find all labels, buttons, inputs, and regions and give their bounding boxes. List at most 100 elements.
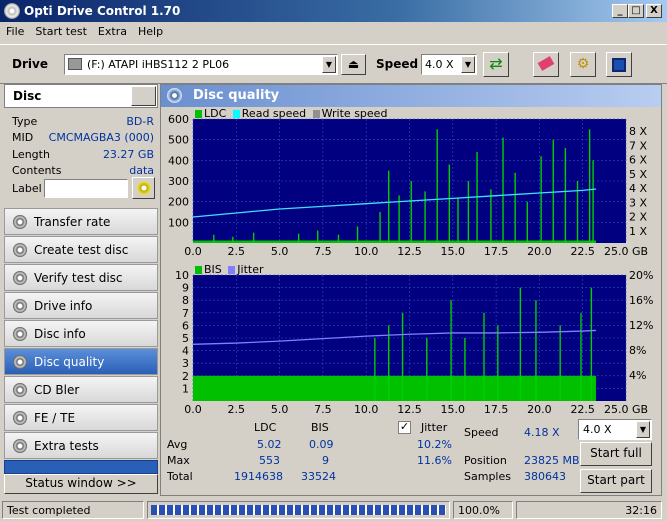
nav-extra-tests[interactable]: Extra tests — [4, 432, 158, 459]
x-tick-label: 5.0 — [271, 245, 289, 258]
nav-disc-info[interactable]: Disc info — [4, 320, 158, 347]
x-tick-label: 12.5 — [397, 403, 422, 416]
x-tick-label: 7.5 — [314, 403, 332, 416]
nav-verify-test-disc[interactable]: Verify test disc — [4, 264, 158, 291]
nav-label: Verify test disc — [34, 271, 123, 285]
y-tick-label: 8 — [182, 294, 189, 307]
x-tick-label: 22.5 — [570, 403, 595, 416]
y-tick-label: 4 — [182, 345, 189, 358]
refresh-button[interactable]: ⇄ — [483, 52, 509, 77]
nav-disc-quality[interactable]: Disc quality — [4, 348, 158, 375]
avg-bis: 0.09 — [309, 438, 334, 451]
menu-start-test[interactable]: Start test — [29, 22, 92, 38]
x-tick-label: 7.5 — [314, 245, 332, 258]
type-label: Type — [12, 115, 38, 128]
y2-tick-label: 2 X — [629, 211, 647, 224]
y-tick-label: 600 — [168, 115, 189, 126]
eraser-icon — [537, 56, 555, 71]
progress-percent: 100.0% — [453, 501, 513, 519]
y2-tick-label: 7 X — [629, 139, 647, 152]
label-input[interactable] — [44, 179, 128, 198]
gears-icon: ⚙ — [576, 56, 590, 72]
stats-bis-header: BIS — [311, 421, 329, 434]
max-ldc: 553 — [259, 454, 280, 467]
disc-quality-icon — [167, 88, 182, 103]
nav-label: CD Bler — [34, 383, 80, 397]
y2-tick-label: 5 X — [629, 168, 647, 181]
length-value: 23.27 GB — [102, 148, 154, 161]
menu-extra[interactable]: Extra — [92, 22, 132, 38]
nav-transfer-rate[interactable]: Transfer rate — [4, 208, 158, 235]
nav-label: Transfer rate — [34, 215, 111, 229]
panel-header: Disc quality — [161, 85, 661, 107]
test-speed-select[interactable]: 4.0 X ▼ — [578, 419, 652, 440]
y2-tick-label: 4 X — [629, 182, 647, 195]
nav-fe-te[interactable]: FE / TE — [4, 404, 158, 431]
y2-tick-label: 20% — [629, 271, 653, 282]
ldc-chart: 6005004003002001008 X7 X6 X5 X4 X3 X2 X1… — [168, 115, 648, 258]
disc-header: Disc — [4, 84, 158, 108]
elapsed-time: 32:16 — [516, 501, 662, 519]
progress-fill — [151, 505, 446, 515]
start-part-button[interactable]: Start part — [580, 469, 652, 493]
nav-cd-bler[interactable]: CD Bler — [4, 376, 158, 403]
nav-drive-info[interactable]: Drive info — [4, 292, 158, 319]
y2-tick-label: 16% — [629, 294, 653, 307]
y2-tick-label: 8% — [629, 344, 646, 357]
eject-button[interactable]: ⏏ — [341, 54, 366, 75]
toolbar: Drive (F:) ATAPI iHBS112 2 PL06 ▼ ⏏ Spee… — [0, 44, 667, 84]
y-tick-label: 200 — [168, 196, 189, 209]
y-tick-label: 6 — [182, 319, 189, 332]
maximize-button[interactable]: □ — [628, 4, 644, 18]
status-text: Test completed — [2, 501, 144, 519]
jitter-checkbox[interactable]: ✓ — [398, 421, 411, 434]
x-tick-label: 10.0 — [354, 245, 379, 258]
avg-label: Avg — [167, 438, 188, 451]
drive-select[interactable]: (F:) ATAPI iHBS112 2 PL06 ▼ — [64, 54, 338, 75]
x-tick-label: 2.5 — [228, 403, 246, 416]
floppy-icon — [612, 58, 626, 72]
mid-label: MID — [12, 131, 34, 144]
bis-jitter-chart: 10987654321 20% 16% 12% 8% 4% 0.0 2.5 5.0 7.5 10.0… — [175, 271, 653, 416]
type-value: BD-R — [126, 115, 154, 128]
speed-select[interactable]: 4.0 X ▼ — [421, 54, 477, 75]
y2-tick-label: 3 X — [629, 196, 647, 209]
x-tick-label: 2.5 — [228, 245, 246, 258]
mid-value: CMCMAGBA3 (000) — [48, 131, 154, 144]
start-full-button[interactable]: Start full — [580, 442, 652, 466]
x-tick-label: 10.0 — [354, 403, 379, 416]
y-tick-label: 300 — [168, 175, 189, 188]
y-tick-label: 7 — [182, 307, 189, 320]
disc-refresh-button[interactable] — [131, 86, 156, 106]
stats-ldc-header: LDC — [254, 421, 277, 434]
save-button[interactable] — [606, 52, 632, 77]
test-speed-value: 4.0 X — [583, 423, 612, 436]
nav-divider — [4, 460, 158, 474]
drive-label: Drive — [12, 57, 48, 71]
label-button[interactable] — [132, 177, 155, 199]
menu-bar: File Start test Extra Help — [0, 22, 667, 42]
x-tick-label: 15.0 — [441, 403, 466, 416]
avg-ldc: 5.02 — [257, 438, 282, 451]
erase-button[interactable] — [533, 52, 559, 77]
x-tick-label: 12.5 — [397, 245, 422, 258]
nav-label: Drive info — [34, 299, 93, 313]
menu-help[interactable]: Help — [132, 22, 168, 38]
disc-quality-panel: Disc quality LDC Read speed Write speed … — [160, 84, 662, 496]
disc-icon — [13, 383, 27, 397]
menu-file[interactable]: File — [0, 22, 29, 38]
status-window-button[interactable]: Status window >> — [4, 474, 158, 494]
y-tick-label: 3 — [182, 357, 189, 370]
x-tick-label: 17.5 — [484, 245, 509, 258]
disc-icon — [13, 439, 27, 453]
nav-label: Extra tests — [34, 439, 99, 453]
close-button[interactable]: X — [646, 4, 662, 18]
x-tick-label: 25.0 GB — [604, 245, 648, 258]
y-tick-label: 400 — [168, 154, 189, 167]
y-tick-label: 2 — [182, 370, 189, 383]
nav-create-test-disc[interactable]: Create test disc — [4, 236, 158, 263]
speed-select-value: 4.0 X — [425, 58, 454, 71]
settings-button[interactable]: ⚙ — [570, 52, 596, 77]
minimize-button[interactable]: _ — [612, 4, 628, 18]
disc-icon — [136, 181, 151, 195]
